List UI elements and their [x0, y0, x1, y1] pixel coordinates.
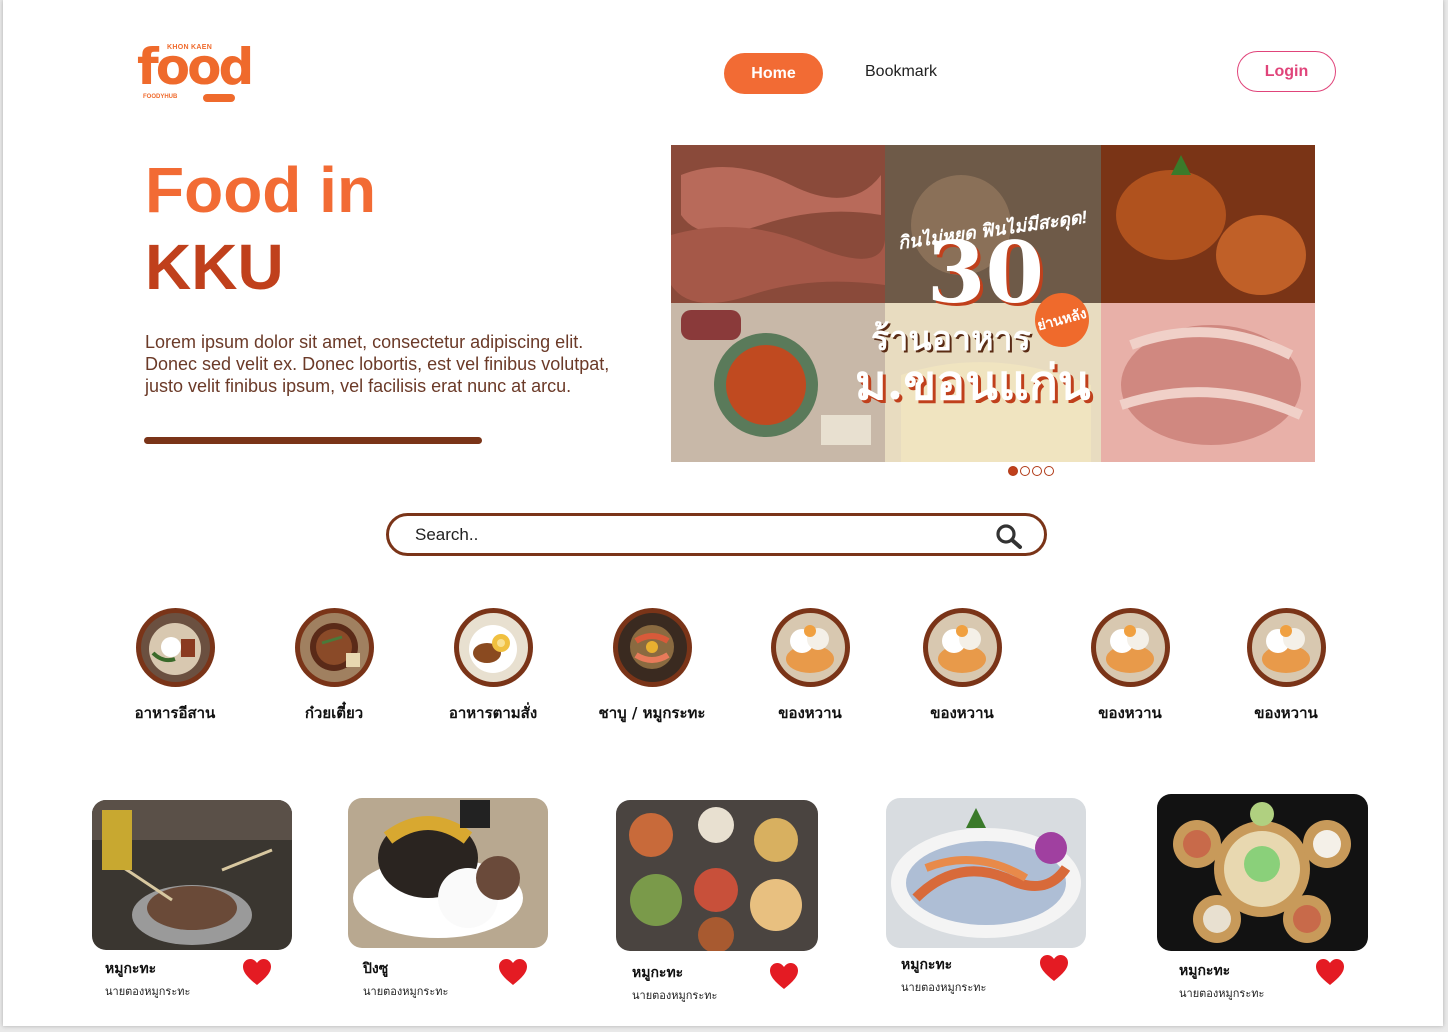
category-food-image [617, 613, 687, 682]
card-subtitle: นายตองหมูกระทะ [105, 985, 191, 998]
card-title: หมูกะทะ [632, 965, 684, 981]
logo-word: food [137, 38, 254, 96]
category-food-image [775, 613, 845, 682]
card-title: ปิงซู [363, 961, 389, 977]
page: KHON KAEN food FOODYHUB Home Bookmark Lo… [3, 0, 1443, 1026]
hero-banner[interactable]: กินไม่หยุด ฟินไม่มีสะดุด! 30 ย่านหลัง ร้… [671, 145, 1315, 462]
category-food-image [140, 613, 210, 682]
heart-icon[interactable] [242, 958, 272, 986]
nav-home-button[interactable]: Home [724, 53, 823, 94]
logo-badge [203, 94, 235, 102]
banner-dot-3[interactable] [1032, 466, 1042, 476]
category-dessert-1[interactable]: ของหวาน [740, 608, 880, 725]
category-label: อาหารอีสาน [134, 704, 216, 722]
banner-line2: ม.ขอนแก่น [855, 355, 1091, 411]
banner-pagination [1008, 466, 1054, 476]
hero-description: Lorem ipsum dolor sit amet, consectetur … [145, 332, 610, 396]
hero-title-line2: KKU [145, 231, 284, 303]
search-input[interactable] [415, 524, 975, 546]
card-subtitle: นายตองหมูกระทะ [1179, 987, 1265, 1000]
restaurant-card[interactable]: หมูกะทะ นายตองหมูกระทะ [1157, 794, 1368, 1000]
category-food-image [458, 613, 528, 682]
category-isan[interactable]: อาหารอีสาน [105, 608, 245, 725]
category-label: ของหวาน [1098, 704, 1162, 722]
card-image [92, 800, 292, 950]
category-label: ของหวาน [778, 704, 842, 722]
category-image-frame [612, 608, 692, 687]
category-image-frame [770, 608, 850, 687]
brand-logo[interactable]: KHON KAEN food FOODYHUB [137, 38, 254, 106]
category-made-to-order[interactable]: อาหารตามสั่ง [423, 608, 563, 725]
category-label: อาหารตามสั่ง [448, 704, 538, 722]
nav-bookmark-link[interactable]: Bookmark [865, 63, 937, 81]
card-image [1157, 794, 1368, 951]
card-image [886, 798, 1086, 948]
logo-foot-text: FOODYHUB [143, 94, 178, 100]
category-dessert-4[interactable]: ของหวาน [1216, 608, 1356, 725]
card-title: หมูกะทะ [105, 961, 157, 977]
card-image [348, 798, 548, 948]
card-subtitle: นายตองหมูกระทะ [363, 985, 449, 998]
search-bar [386, 513, 1047, 556]
category-dessert-2[interactable]: ของหวาน [892, 608, 1032, 725]
category-shabu-bbq[interactable]: ชาบู / หมูกระทะ [582, 608, 722, 725]
category-label: ก๋วยเตี๋ยว [304, 704, 364, 722]
banner-dot-4[interactable] [1044, 466, 1054, 476]
heart-icon[interactable] [1315, 958, 1345, 986]
category-image-frame [135, 608, 215, 687]
category-dessert-3[interactable]: ของหวาน [1060, 608, 1200, 725]
hero-title-line1: Food in [145, 154, 377, 226]
heart-icon[interactable] [1039, 954, 1069, 982]
category-food-image [1251, 613, 1321, 682]
restaurant-card[interactable]: หมูกะทะ นายตองหมูกระทะ [616, 800, 818, 1002]
category-food-image [1095, 613, 1165, 682]
banner-dot-1[interactable] [1008, 466, 1018, 476]
heart-icon[interactable] [498, 958, 528, 986]
banner-number: 30 [927, 223, 1044, 322]
category-image-frame [1246, 608, 1326, 687]
hero-title: Food in KKU [145, 152, 376, 306]
category-image-frame [453, 608, 533, 687]
banner-dot-2[interactable] [1020, 466, 1030, 476]
login-button[interactable]: Login [1237, 51, 1336, 92]
search-icon[interactable] [995, 523, 1023, 549]
category-food-image [299, 613, 369, 682]
card-subtitle: นายตองหมูกระทะ [901, 981, 987, 994]
category-image-frame [294, 608, 374, 687]
card-title: หมูกะทะ [1179, 963, 1231, 979]
restaurant-card[interactable]: ปิงซู นายตองหมูกระทะ [348, 798, 548, 998]
category-food-image [927, 613, 997, 682]
card-image [616, 800, 818, 951]
category-image-frame [1090, 608, 1170, 687]
restaurant-card[interactable]: หมูกะทะ นายตองหมูกระทะ [92, 800, 292, 1000]
hero-divider [144, 437, 482, 444]
heart-icon[interactable] [769, 962, 799, 990]
category-label: ชาบู / หมูกระทะ [598, 704, 706, 722]
restaurant-card[interactable]: หมูกะทะ นายตองหมูกระทะ [886, 798, 1086, 998]
category-label: ของหวาน [1254, 704, 1318, 722]
category-noodles[interactable]: ก๋วยเตี๋ยว [264, 608, 404, 725]
category-label: ของหวาน [930, 704, 994, 722]
category-image-frame [922, 608, 1002, 687]
card-subtitle: นายตองหมูกระทะ [632, 989, 718, 1002]
card-title: หมูกะทะ [901, 957, 953, 973]
